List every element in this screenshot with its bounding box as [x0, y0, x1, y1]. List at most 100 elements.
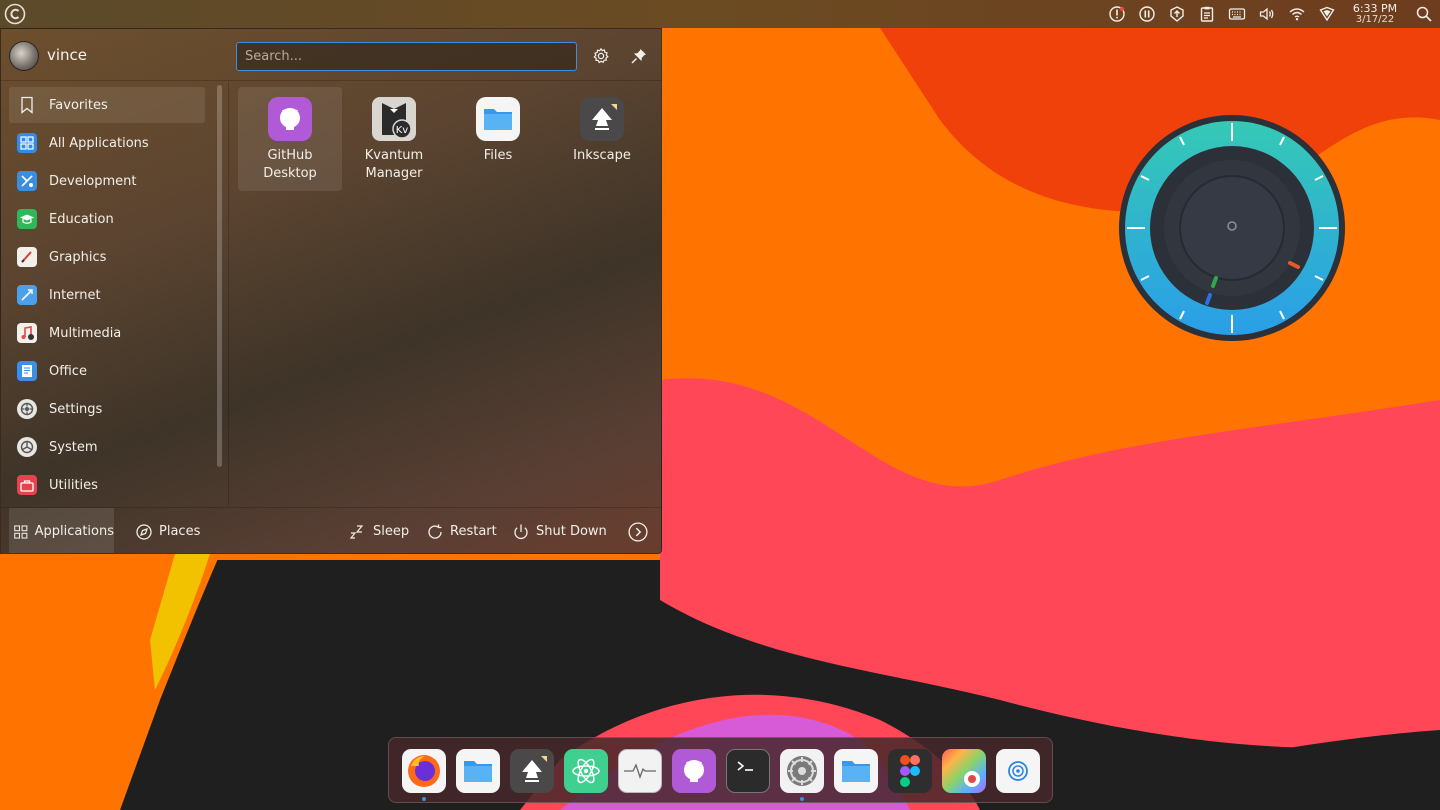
- search-icon[interactable]: [1408, 0, 1440, 28]
- user-avatar[interactable]: [9, 41, 39, 71]
- application-menu: vince Favorites All Applications Develop…: [0, 28, 662, 554]
- category-label: Graphics: [49, 249, 107, 265]
- category-office[interactable]: Office: [9, 353, 205, 389]
- clock-date: 3/17/22: [1355, 14, 1395, 25]
- category-settings[interactable]: Settings: [9, 391, 205, 427]
- office-icon: [17, 361, 37, 381]
- category-multimedia[interactable]: Multimedia: [9, 315, 205, 351]
- clipboard-icon[interactable]: [1192, 0, 1222, 28]
- category-label: Education: [49, 211, 114, 227]
- category-system[interactable]: System: [9, 429, 205, 465]
- category-label: Settings: [49, 401, 103, 417]
- app-label: Inkscape: [573, 148, 631, 163]
- compass-icon: [136, 523, 152, 540]
- dock-item-network[interactable]: [996, 749, 1040, 793]
- bookmark-icon: [17, 95, 37, 115]
- application-launcher-button[interactable]: [3, 2, 27, 26]
- dock-item-file-manager[interactable]: [834, 749, 878, 793]
- digital-clock[interactable]: 6:33 PM 3/17/22: [1346, 3, 1404, 25]
- shutdown-button[interactable]: Shut Down: [512, 508, 607, 553]
- dock-item-atom[interactable]: [564, 749, 608, 793]
- clock-time: 6:33 PM: [1352, 2, 1398, 15]
- category-graphics[interactable]: Graphics: [9, 239, 205, 275]
- search-input[interactable]: [236, 42, 577, 71]
- atom-icon: [572, 758, 600, 784]
- firefox-icon: [408, 755, 440, 787]
- applications-tab[interactable]: Applications: [9, 508, 114, 553]
- category-sidebar: Favorites All Applications Development E…: [1, 82, 229, 507]
- launcher-icon: [4, 3, 26, 25]
- internet-icon: [17, 285, 37, 305]
- more-actions-button[interactable]: [628, 508, 648, 553]
- restart-label: Restart: [450, 524, 497, 539]
- category-development[interactable]: Development: [9, 163, 205, 199]
- category-internet[interactable]: Internet: [9, 277, 205, 313]
- pin-button[interactable]: [627, 44, 651, 68]
- dock: [388, 737, 1053, 803]
- app-kvantum-manager[interactable]: Kv Kvantum Manager: [342, 87, 446, 191]
- analog-clock-widget[interactable]: [1118, 115, 1346, 343]
- app-github-desktop[interactable]: GitHub Desktop: [238, 87, 342, 191]
- power-icon: [514, 524, 528, 539]
- inkscape-icon: [580, 97, 624, 141]
- vpn-shield-icon[interactable]: [1312, 0, 1342, 28]
- dock-item-terminal[interactable]: [726, 749, 770, 793]
- category-label: Favorites: [49, 97, 108, 113]
- menu-footer: Applications Places Sleep Restart Shut D…: [1, 507, 661, 553]
- dock-item-github-desktop[interactable]: [672, 749, 716, 793]
- update-icon[interactable]: [1162, 0, 1192, 28]
- terminal-icon: [737, 761, 753, 771]
- sleep-button[interactable]: Sleep: [349, 508, 410, 553]
- category-label: Development: [49, 173, 137, 189]
- configure-button[interactable]: [589, 44, 613, 68]
- figma-icon: [900, 755, 920, 787]
- keyboard-icon[interactable]: [1222, 0, 1252, 28]
- restart-button[interactable]: Restart: [426, 508, 497, 553]
- wifi-icon[interactable]: [1282, 0, 1312, 28]
- running-indicator: [800, 797, 804, 801]
- dock-item-system-settings[interactable]: [780, 749, 824, 801]
- dock-item-color-picker[interactable]: [942, 749, 986, 793]
- sleep-icon: [349, 524, 364, 539]
- dock-item-files[interactable]: [456, 749, 500, 793]
- dock-item-system-monitor[interactable]: [618, 749, 662, 793]
- system-monitor-icon: [624, 763, 656, 779]
- education-icon: [17, 209, 37, 229]
- files-icon: [476, 97, 520, 141]
- inkscape-icon: [522, 756, 547, 782]
- system-icon: [17, 437, 37, 457]
- app-files[interactable]: Files: [446, 87, 550, 191]
- app-label: GitHub Desktop: [263, 148, 317, 181]
- places-tab[interactable]: Places: [135, 508, 200, 553]
- multimedia-icon: [17, 323, 37, 343]
- running-indicator: [422, 797, 426, 801]
- settings-icon: [17, 399, 37, 419]
- applications-grid-icon: [14, 524, 28, 539]
- category-favorites[interactable]: Favorites: [9, 87, 205, 123]
- sidebar-scrollbar[interactable]: [217, 85, 222, 467]
- category-label: Internet: [49, 287, 101, 303]
- category-education[interactable]: Education: [9, 201, 205, 237]
- file-manager-icon: [842, 761, 870, 782]
- category-all-applications[interactable]: All Applications: [9, 125, 205, 161]
- restart-icon: [428, 524, 442, 539]
- dock-item-firefox[interactable]: [402, 749, 446, 801]
- pause-icon[interactable]: [1132, 0, 1162, 28]
- notification-alert-icon[interactable]: [1102, 0, 1132, 28]
- shutdown-label: Shut Down: [536, 524, 607, 539]
- system-settings-icon: [787, 756, 817, 786]
- category-utilities[interactable]: Utilities: [9, 467, 205, 503]
- dock-item-figma[interactable]: [888, 749, 932, 793]
- category-label: Office: [49, 363, 87, 379]
- volume-icon[interactable]: [1252, 0, 1282, 28]
- utilities-icon: [17, 475, 37, 495]
- svg-text:Kv: Kv: [396, 125, 409, 136]
- pin-icon: [631, 49, 646, 64]
- system-tray: 6:33 PM 3/17/22: [1102, 0, 1440, 28]
- dock-item-inkscape[interactable]: [510, 749, 554, 793]
- color-picker-icon: [964, 771, 980, 787]
- sleep-label: Sleep: [373, 524, 410, 539]
- category-label: System: [49, 439, 98, 455]
- files-icon: [464, 761, 492, 782]
- app-inkscape[interactable]: Inkscape: [550, 87, 654, 191]
